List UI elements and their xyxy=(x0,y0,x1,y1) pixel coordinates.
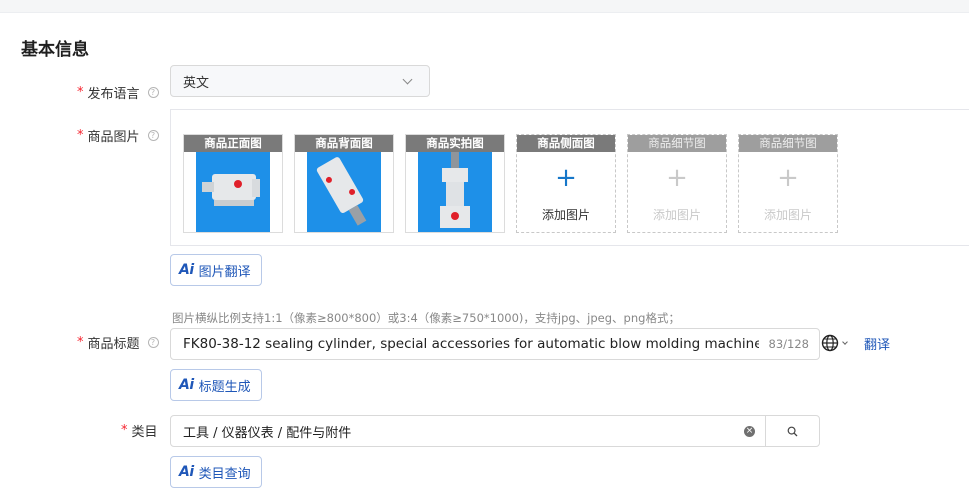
category-query-button[interactable]: Ai 类目查询 xyxy=(170,456,262,488)
product-title-input[interactable]: FK80-38-12 sealing cylinder, special acc… xyxy=(170,328,820,360)
category-value: 工具 / 仪器仪表 / 配件与附件 xyxy=(183,425,352,441)
section-title: 基本信息 xyxy=(21,40,89,60)
images-label-row: * 商品图片 ? xyxy=(77,126,159,145)
plus-icon: + xyxy=(555,163,577,193)
basic-info-card: 基本信息 * 发布语言 ? 英文 * 商品图片 ? 商品正面图 商品背面图 商品… xyxy=(0,12,969,503)
translate-link[interactable]: 翻译 xyxy=(864,334,890,353)
category-query-label: 类目查询 xyxy=(198,466,251,482)
ai-icon: Ai xyxy=(179,262,194,278)
plus-icon: + xyxy=(666,163,688,193)
add-image-label: 添加图片 xyxy=(541,208,590,222)
image-slot-real[interactable]: 商品实拍图 xyxy=(405,134,505,233)
help-icon[interactable]: ? xyxy=(147,87,159,98)
category-label: 类目 xyxy=(131,425,158,440)
required-mark: * xyxy=(77,128,84,143)
image-slot-caption: 商品实拍图 xyxy=(406,135,504,152)
title-generate-label: 标题生成 xyxy=(198,379,251,395)
globe-icon[interactable] xyxy=(821,334,839,352)
title-label-row: * 商品标题 ? xyxy=(77,333,159,352)
product-photo-real xyxy=(418,152,492,232)
chevron-down-icon xyxy=(402,74,413,84)
images-label: 商品图片 xyxy=(87,130,140,145)
required-mark: * xyxy=(77,85,84,100)
category-label-row: * 类目 xyxy=(121,421,158,440)
image-format-hint: 图片横纵比例支持1:1（像素≥800*800）或3:4（像素≥750*1000)… xyxy=(172,311,680,325)
image-translate-label: 图片翻译 xyxy=(198,264,251,280)
image-slot-caption: 商品正面图 xyxy=(184,135,282,152)
language-label-row: * 发布语言 ? xyxy=(77,83,159,102)
image-slot-detail-2[interactable]: 商品细节图 + 添加图片 xyxy=(738,134,838,233)
required-mark: * xyxy=(121,423,128,438)
clear-icon[interactable]: × xyxy=(744,425,755,437)
search-icon xyxy=(787,426,798,436)
image-slot-caption: 商品侧面图 xyxy=(517,135,615,152)
language-label: 发布语言 xyxy=(87,87,140,102)
category-input[interactable]: 工具 / 仪器仪表 / 配件与附件 × xyxy=(170,415,820,447)
required-mark: * xyxy=(77,335,84,350)
ai-icon: Ai xyxy=(179,464,194,480)
add-image-label: 添加图片 xyxy=(652,208,701,222)
image-slot-back[interactable]: 商品背面图 xyxy=(294,134,394,233)
add-image-label: 添加图片 xyxy=(763,208,812,222)
language-select[interactable]: 英文 xyxy=(170,65,430,97)
image-slot-detail-1[interactable]: 商品细节图 + 添加图片 xyxy=(627,134,727,233)
product-photo-back xyxy=(307,152,381,232)
image-slot-caption: 商品细节图 xyxy=(739,135,837,152)
image-slot-side[interactable]: 商品侧面图 + 添加图片 xyxy=(516,134,616,233)
product-title-value: FK80-38-12 sealing cylinder, special acc… xyxy=(183,336,759,352)
product-photo-front xyxy=(196,152,270,232)
language-value: 英文 xyxy=(183,75,210,91)
title-generate-button[interactable]: Ai 标题生成 xyxy=(170,369,262,401)
image-slot-front[interactable]: 商品正面图 xyxy=(183,134,283,233)
ai-icon: Ai xyxy=(179,377,194,393)
help-icon[interactable]: ? xyxy=(147,337,159,348)
image-translate-button[interactable]: Ai 图片翻译 xyxy=(170,254,262,286)
image-upload-panel: 商品正面图 商品背面图 商品实拍图 商品侧面图 + 添加图片 商品细节图 + 添… xyxy=(170,109,969,246)
image-slot-caption: 商品背面图 xyxy=(295,135,393,152)
char-counter: 83/128 xyxy=(768,337,809,351)
help-icon[interactable]: ? xyxy=(147,130,159,141)
plus-icon: + xyxy=(777,163,799,193)
category-search-button[interactable] xyxy=(765,416,819,446)
chevron-down-icon[interactable] xyxy=(842,339,848,345)
title-label: 商品标题 xyxy=(87,337,140,352)
image-slot-caption: 商品细节图 xyxy=(628,135,726,152)
